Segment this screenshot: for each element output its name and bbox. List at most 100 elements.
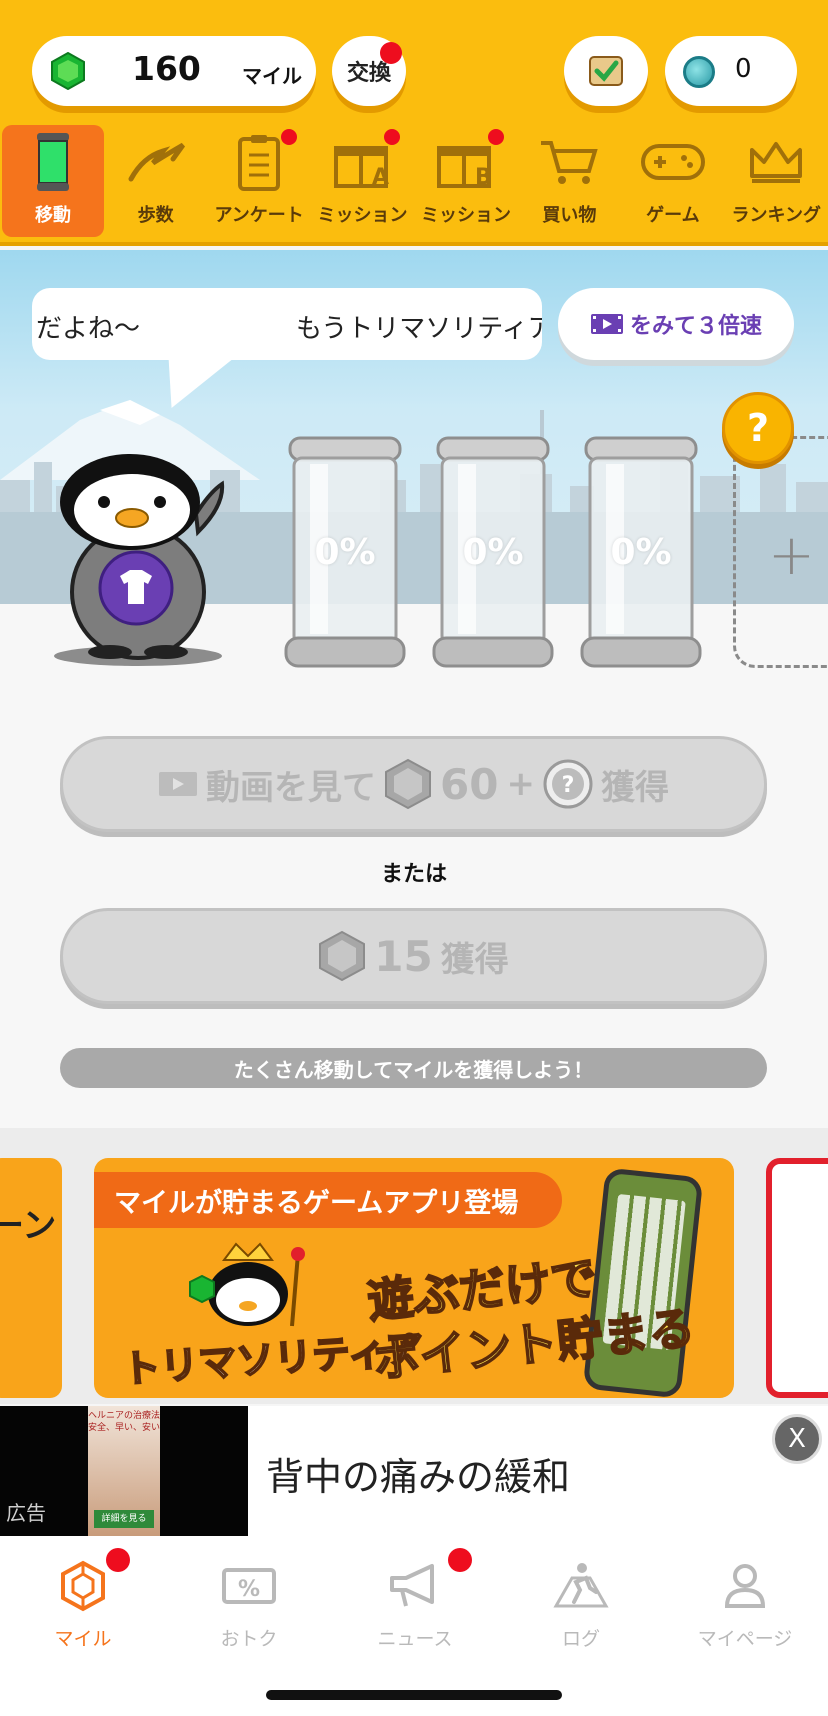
capsule-icon: [20, 131, 86, 193]
tab-log[interactable]: ログ: [498, 1558, 664, 1651]
hint-text: たくさん移動してマイルを獲得しよう！: [233, 1057, 594, 1082]
capsule-slot[interactable]: 0%: [430, 434, 556, 670]
ad-close-button[interactable]: X: [772, 1414, 822, 1464]
nav-item-game[interactable]: ゲーム: [621, 125, 724, 237]
capsule-slot[interactable]: 0%: [282, 434, 408, 670]
person-icon: [715, 1558, 775, 1614]
cart-icon: [536, 131, 602, 193]
hint-bar: たくさん移動してマイルを獲得しよう！: [60, 1048, 767, 1088]
capsule-percent: 0%: [610, 532, 672, 573]
tab-label: マイル: [54, 1628, 112, 1650]
ad-banner[interactable]: ヘルニアの治療法 安全、早い、安い 詳細を見る 広告 背中の痛みの緩和 X: [0, 1406, 828, 1536]
capsule-slot[interactable]: 0%: [578, 434, 704, 670]
hexagon-gem-icon: [53, 1558, 113, 1614]
walker-icon: [551, 1558, 611, 1614]
ad-thumbnail: ヘルニアの治療法 安全、早い、安い 詳細を見る: [88, 1406, 160, 1536]
video-film-icon: [590, 314, 623, 334]
miles-unit: マイル: [242, 64, 302, 88]
or-separator: または: [380, 862, 447, 887]
nav-label: 歩数: [137, 205, 174, 226]
tab-label: マイページ: [697, 1628, 793, 1650]
tab-deals[interactable]: % おトク: [166, 1558, 332, 1651]
tab-label: おトク: [220, 1628, 278, 1650]
video-reward-suffix: 獲得: [600, 767, 669, 808]
capsule-percent: 0%: [462, 532, 524, 573]
exchange-notification-dot: [380, 42, 402, 64]
banner-tag-text: マイルが貯まるゲームアプリ登場: [114, 1187, 519, 1219]
banner-partial-right[interactable]: [766, 1158, 828, 1398]
gamepad-icon: [640, 131, 706, 193]
ad-label: 広告: [6, 1501, 46, 1525]
video-film-icon: [159, 772, 198, 796]
banner-partial-left[interactable]: ーン: [0, 1158, 62, 1398]
banner-tag: マイルが貯まるゲームアプリ登場: [94, 1172, 562, 1228]
home-indicator: [266, 1690, 562, 1700]
gray-gem-icon: [385, 758, 432, 810]
solitaire-banner[interactable]: マイルが貯まるゲームアプリ登場 トリマソリティア 遊ぶだけで ポイント貯まる: [94, 1158, 734, 1398]
ticket-count: 0: [735, 54, 752, 84]
tab-mypage[interactable]: マイページ: [662, 1558, 828, 1651]
speech-bubble[interactable]: だよね〜 もうトリマソリティア試: [32, 288, 542, 360]
miles-value: 160: [132, 49, 201, 88]
plain-reward-button[interactable]: 15 獲得: [60, 908, 767, 1004]
ad-thumb-text: ヘルニアの治療法 安全、早い、安い: [88, 1411, 161, 1433]
banner-partial-text: ーン: [0, 1206, 57, 1246]
tab-label: ニュース: [377, 1628, 453, 1650]
crowned-penguin-logo-image: [189, 1242, 305, 1327]
plus-icon: +: [768, 523, 815, 588]
nav-label: ミッション: [317, 205, 408, 226]
svg-text:B: B: [475, 165, 492, 188]
video-speed-label: をみて３倍速: [629, 314, 762, 339]
scroll-check-icon: [589, 56, 623, 86]
plain-reward-amount: 15: [374, 931, 433, 981]
banner-carousel: ーン マイルが貯まるゲームアプリ登場 トリマソリティア 遊ぶだけで ポイント貯ま…: [0, 1128, 828, 1404]
nav-item-move[interactable]: 移動: [2, 125, 104, 237]
nav-item-survey[interactable]: アンケート: [207, 125, 310, 237]
ticket-coin-icon: [683, 56, 715, 88]
nav-label: アンケート: [214, 205, 304, 226]
nav-item-ranking[interactable]: ランキング: [725, 125, 828, 237]
nav-item-shopping[interactable]: 買い物: [518, 125, 621, 237]
video-reward-button[interactable]: 動画を見て 60 + ? 獲得: [60, 736, 767, 832]
gray-gem-icon: [319, 930, 366, 982]
svg-text:A: A: [372, 165, 389, 188]
nav-label: 買い物: [542, 205, 597, 226]
tab-news[interactable]: ニュース: [332, 1548, 498, 1651]
plain-reward-suffix: 獲得: [440, 939, 509, 980]
nav-item-mission-a[interactable]: A ミッション: [311, 125, 414, 237]
bottom-tab-bar: マイル % おトク ニュース ログ マイページ: [0, 1536, 828, 1716]
category-nav: 移動 歩数 アンケート A ミッション B ミッション 買い物 ゲーム ランキン…: [0, 125, 828, 237]
coupon-icon: %: [219, 1558, 279, 1614]
mystery-coin-icon: ?: [543, 759, 593, 809]
miles-balance[interactable]: 160 マイル: [32, 36, 316, 106]
nav-label: 移動: [34, 205, 71, 226]
megaphone-icon: [385, 1558, 445, 1614]
ticket-balance[interactable]: 0: [665, 36, 797, 106]
help-question-button[interactable]: ?: [722, 392, 794, 464]
video-reward-amount: 60: [440, 759, 499, 809]
watch-video-speedup-button[interactable]: をみて３倍速: [558, 288, 794, 360]
video-reward-plus: +: [506, 764, 535, 804]
nav-item-mission-b[interactable]: B ミッション: [414, 125, 517, 237]
penguin-mascot[interactable]: [48, 452, 228, 668]
ad-media: ヘルニアの治療法 安全、早い、安い 詳細を見る 広告: [0, 1406, 248, 1536]
footprint-icon: [123, 131, 189, 193]
ad-thumb-button: 詳細を見る: [94, 1510, 154, 1528]
capsule-percent: 0%: [314, 532, 376, 573]
speech-text: だよね〜 もうトリマソリティア試: [36, 314, 542, 344]
nav-label: ゲーム: [646, 205, 700, 226]
tab-notification-dot: [106, 1548, 130, 1572]
question-mark: ?: [746, 406, 770, 450]
nav-notification-dot: [487, 129, 504, 145]
tab-miles[interactable]: マイル: [0, 1548, 166, 1651]
nav-item-steps[interactable]: 歩数: [104, 125, 207, 237]
scroll-button[interactable]: [564, 36, 648, 106]
top-header: 160 マイル 交換 0 移動 歩数 アンケート A ミッション B ミッション…: [0, 0, 828, 246]
nav-label: ミッション: [420, 205, 511, 226]
tab-label: ログ: [561, 1628, 600, 1650]
nav-label: ランキング: [731, 205, 822, 226]
exchange-button[interactable]: 交換: [332, 36, 406, 106]
svg-text:?: ?: [562, 773, 575, 798]
crown-icon: [743, 131, 809, 193]
nav-notification-dot: [384, 129, 401, 145]
